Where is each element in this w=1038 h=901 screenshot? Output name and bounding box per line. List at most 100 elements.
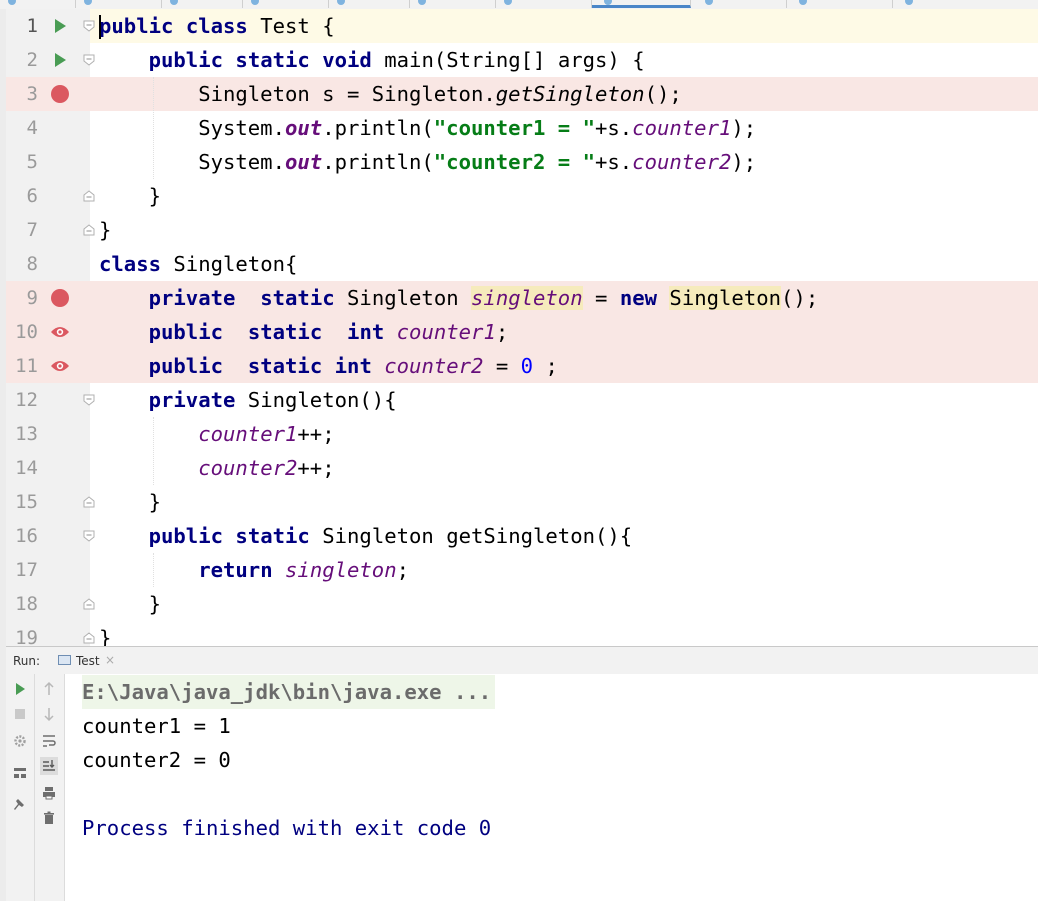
code-line[interactable]: 3 Singleton s = Singleton.getSingleton()… [6,77,1038,111]
code-line[interactable]: 2 public static void main(String[] args)… [6,43,1038,77]
editor-tab[interactable] [410,0,496,8]
code-line[interactable]: 14 counter2++; [6,451,1038,485]
layout-icon[interactable] [11,764,29,782]
fold-end-icon[interactable] [83,224,95,236]
code-line[interactable]: 4 System.out.println("counter1 = "+s.cou… [6,111,1038,145]
code-text[interactable]: } [99,213,111,247]
code-text[interactable]: private Singleton(){ [99,383,397,417]
gutter[interactable]: 8 [6,247,90,281]
code-text[interactable]: Singleton s = Singleton.getSingleton(); [99,77,682,111]
breakpoint-icon[interactable] [51,289,69,307]
arrow-down-icon[interactable] [40,705,58,723]
gutter[interactable]: 10 [6,315,90,349]
code-text[interactable]: } [99,621,111,646]
code-line[interactable]: 13 counter1++; [6,417,1038,451]
run-gutter-icon[interactable] [51,51,69,69]
run-gutter-icon[interactable] [51,17,69,35]
gutter[interactable]: 14 [6,451,90,485]
fold-open-icon[interactable] [83,394,95,406]
code-line[interactable]: 6 } [6,179,1038,213]
code-text[interactable]: private static Singleton singleton = new… [99,281,818,315]
pin-icon[interactable] [11,796,29,814]
code-editor[interactable]: 1 public class Test {2 public static void… [6,9,1038,646]
code-text[interactable]: public static int counter2 = 0 ; [99,349,558,383]
gutter[interactable]: 15 [6,485,95,519]
editor-tab-active[interactable] [592,0,691,8]
gutter[interactable]: 18 [6,587,95,621]
gutter[interactable]: 17 [6,553,90,587]
code-line[interactable]: 11 public static int counter2 = 0 ; [6,349,1038,383]
code-line[interactable]: 18 } [6,587,1038,621]
gutter[interactable]: 2 [6,43,95,77]
editor-tab[interactable] [162,0,243,8]
fold-end-icon[interactable] [83,496,95,508]
print-icon[interactable] [40,784,58,802]
field-watchpoint-icon[interactable] [51,323,69,341]
code-text[interactable]: public static Singleton getSingleton(){ [99,519,633,553]
code-line[interactable]: 19} [6,621,1038,646]
code-text[interactable]: public static void main(String[] args) { [99,43,645,77]
code-line[interactable]: 1 public class Test { [6,9,1038,43]
fold-open-icon[interactable] [83,530,95,542]
trash-icon[interactable] [40,809,58,827]
editor-tab[interactable] [329,0,410,8]
code-line[interactable]: 10 public static int counter1; [6,315,1038,349]
gutter[interactable]: 12 [6,383,95,417]
gutter[interactable]: 16 [6,519,95,553]
gutter[interactable]: 5 [6,145,90,179]
settings-icon[interactable] [11,732,29,750]
fold-open-icon[interactable] [83,54,95,66]
code-line[interactable]: 9 private static Singleton singleton = n… [6,281,1038,315]
field-watchpoint-icon[interactable] [51,357,69,375]
code-token: ++; [297,422,335,446]
fold-end-icon[interactable] [83,632,95,644]
editor-tab[interactable] [787,0,893,8]
editor-tab[interactable] [76,0,162,8]
code-text[interactable]: counter2++; [99,451,334,485]
code-token: getSingleton [495,82,645,106]
gutter[interactable]: 6 [6,179,95,213]
gutter[interactable]: 4 [6,111,90,145]
code-text[interactable]: } [99,485,161,519]
code-text[interactable]: } [99,587,161,621]
code-line[interactable]: 15 } [6,485,1038,519]
close-tab-icon[interactable]: × [105,653,115,667]
run-console[interactable]: E:\Java\java_jdk\bin\java.exe ... counte… [65,674,1038,901]
breakpoint-icon[interactable] [51,85,69,103]
code-line[interactable]: 16 public static Singleton getSingleton(… [6,519,1038,553]
fold-end-icon[interactable] [83,190,95,202]
scroll-to-end-icon[interactable] [40,757,58,775]
code-line[interactable]: 17 return singleton; [6,553,1038,587]
code-line[interactable]: 8 class Singleton{ [6,247,1038,281]
code-text[interactable]: counter1++; [99,417,335,451]
editor-tab[interactable] [691,0,787,8]
gutter[interactable]: 19 [6,621,95,646]
editor-tab[interactable] [243,0,329,8]
arrow-up-icon[interactable] [40,680,58,698]
gutter[interactable]: 3 [6,77,90,111]
stop-icon[interactable] [11,705,29,723]
soft-wrap-icon[interactable] [40,732,58,750]
code-line[interactable]: 7} [6,213,1038,247]
code-text[interactable]: class Singleton{ [99,247,297,281]
code-text[interactable]: System.out.println("counter1 = "+s.count… [99,111,756,145]
gutter[interactable]: 7 [6,213,95,247]
gutter[interactable]: 11 [6,349,90,383]
editor-tab[interactable] [0,0,76,8]
code-text[interactable]: } [99,179,161,213]
code-line[interactable]: 12 private Singleton(){ [6,383,1038,417]
gutter[interactable]: 1 [6,9,95,43]
code-token: Test { [247,14,335,38]
code-text[interactable]: public class Test { [99,9,335,43]
gutter[interactable]: 9 [6,281,90,315]
code-line[interactable]: 5 System.out.println("counter2 = "+s.cou… [6,145,1038,179]
editor-tab[interactable] [893,0,1038,8]
rerun-icon[interactable] [11,680,29,698]
code-text[interactable]: public static int counter1; [99,315,509,349]
fold-open-icon[interactable] [83,20,95,32]
editor-tab[interactable] [496,0,592,8]
code-text[interactable]: return singleton; [99,553,409,587]
fold-end-icon[interactable] [83,598,95,610]
gutter[interactable]: 13 [6,417,90,451]
code-text[interactable]: System.out.println("counter2 = "+s.count… [99,145,756,179]
